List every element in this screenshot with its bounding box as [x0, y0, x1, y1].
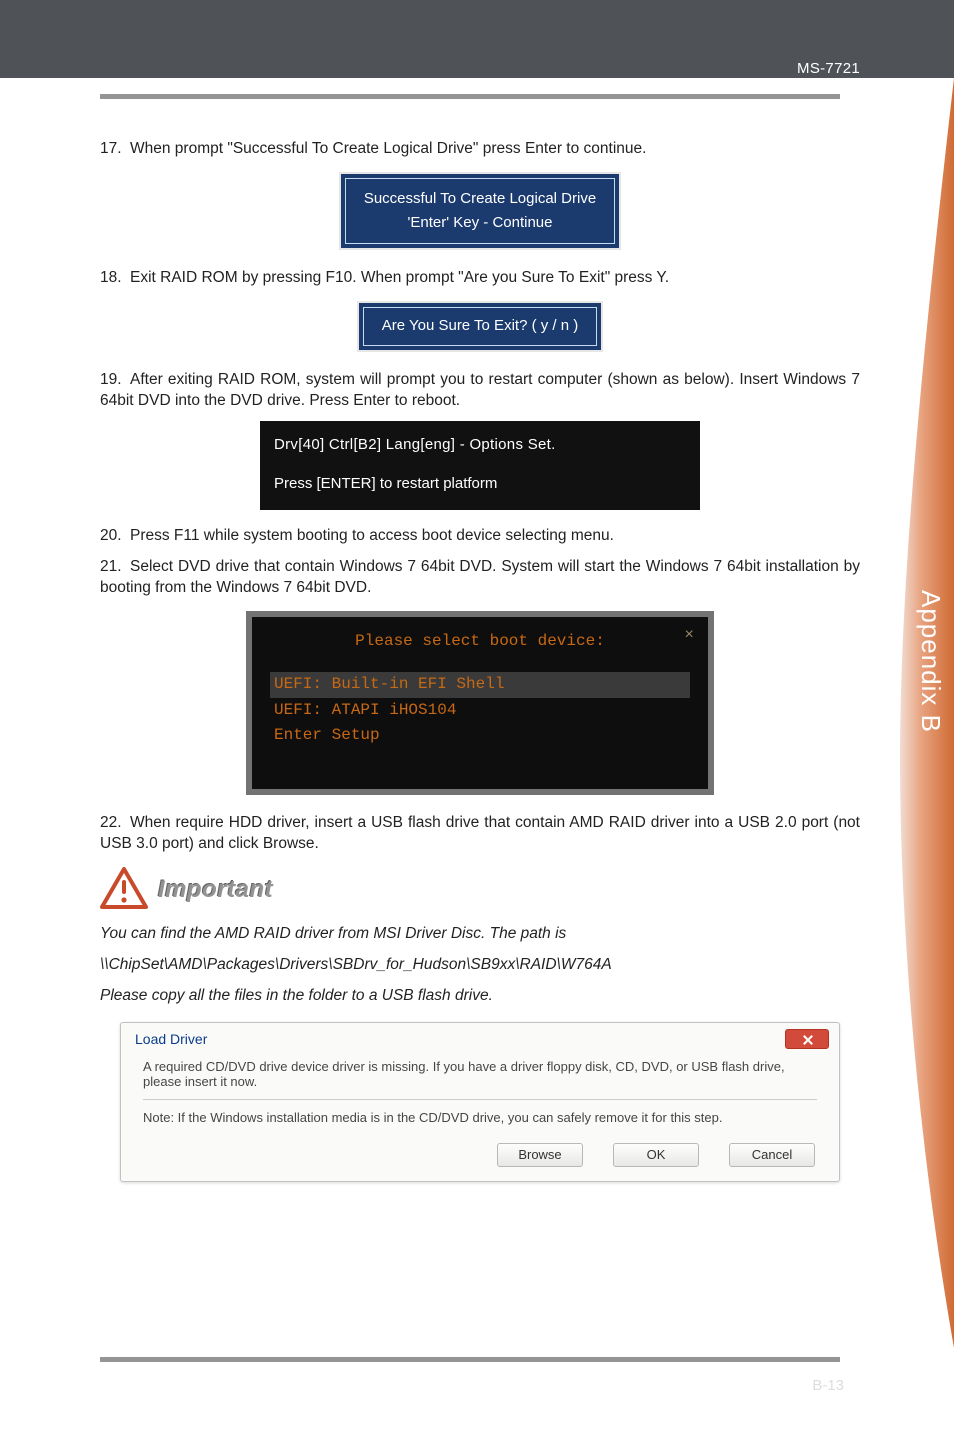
- model-number: MS-7721: [797, 60, 860, 77]
- page-number: B-13: [812, 1377, 844, 1394]
- important-callout: Important: [100, 867, 860, 914]
- step-text: Select DVD drive that contain Windows 7 …: [100, 558, 860, 596]
- step-17: 17.When prompt "Successful To Create Log…: [100, 139, 860, 250]
- restart-prompt-panel: Drv[40] Ctrl[B2] Lang[eng] - Options Set…: [260, 421, 700, 510]
- note-line: Please copy all the files in the folder …: [100, 987, 493, 1004]
- panel-line: Drv[40] Ctrl[B2] Lang[eng] - Options Set…: [274, 435, 680, 455]
- step-number: 21.: [100, 557, 130, 578]
- step-19: 19.After exiting RAID ROM, system will p…: [100, 370, 860, 510]
- step-text: Exit RAID ROM by pressing F10. When prom…: [130, 269, 669, 286]
- step-text: When prompt "Successful To Create Logica…: [130, 140, 646, 157]
- step-text: Press F11 while system booting to access…: [130, 527, 614, 544]
- step-21: 21.Select DVD drive that contain Windows…: [100, 557, 860, 795]
- prompt-line: 'Enter' Key - Continue: [364, 213, 596, 233]
- boot-option: UEFI: ATAPI iHOS104: [270, 698, 690, 724]
- browse-button[interactable]: Browse: [497, 1143, 583, 1167]
- load-driver-dialog: Load Driver A required CD/DVD drive devi…: [120, 1022, 840, 1182]
- close-icon: ×: [684, 625, 694, 647]
- close-button[interactable]: [785, 1029, 829, 1049]
- step-number: 19.: [100, 370, 130, 391]
- note-line: You can find the AMD RAID driver from MS…: [100, 925, 566, 942]
- ok-button[interactable]: OK: [613, 1143, 699, 1167]
- step-number: 22.: [100, 813, 130, 834]
- dialog-text: A required CD/DVD drive device driver is…: [143, 1059, 817, 1089]
- step-text: After exiting RAID ROM, system will prom…: [100, 371, 860, 409]
- step-number: 20.: [100, 526, 130, 547]
- page-body: 17.When prompt "Successful To Create Log…: [0, 85, 860, 1182]
- dialog-text: Note: If the Windows installation media …: [143, 1110, 817, 1125]
- step-22: 22.When require HDD driver, insert a USB…: [100, 813, 860, 855]
- warning-icon: [100, 867, 148, 914]
- prompt-line: Successful To Create Logical Drive: [364, 189, 596, 209]
- driver-note: You can find the AMD RAID driver from MS…: [100, 922, 860, 1008]
- dialog-title: Load Driver: [135, 1031, 207, 1047]
- bottom-divider: [100, 1357, 840, 1362]
- step-number: 17.: [100, 139, 130, 160]
- boot-option-selected: UEFI: Built-in EFI Shell: [270, 672, 690, 698]
- note-path: \\ChipSet\AMD\Packages\Drivers\SBDrv_for…: [100, 953, 860, 976]
- step-text: When require HDD driver, insert a USB fl…: [100, 814, 860, 852]
- boot-device-menu: × Please select boot device: UEFI: Built…: [246, 611, 714, 795]
- panel-line: Press [ENTER] to restart platform: [274, 474, 680, 494]
- boot-option: Enter Setup: [270, 723, 690, 749]
- divider: [143, 1099, 817, 1100]
- important-label: Important: [158, 876, 273, 904]
- side-tab-label: Appendix B: [915, 590, 946, 733]
- step-18: 18.Exit RAID ROM by pressing F10. When p…: [100, 268, 860, 351]
- cancel-button[interactable]: Cancel: [729, 1143, 815, 1167]
- prompt-line: Are You Sure To Exit? ( y / n ): [382, 316, 579, 336]
- step-20: 20.Press F11 while system booting to acc…: [100, 526, 860, 547]
- step-number: 18.: [100, 268, 130, 289]
- prompt-exit: Are You Sure To Exit? ( y / n ): [357, 301, 604, 351]
- prompt-create-drive: Successful To Create Logical Drive 'Ente…: [339, 172, 621, 251]
- boot-title: Please select boot device:: [270, 631, 690, 653]
